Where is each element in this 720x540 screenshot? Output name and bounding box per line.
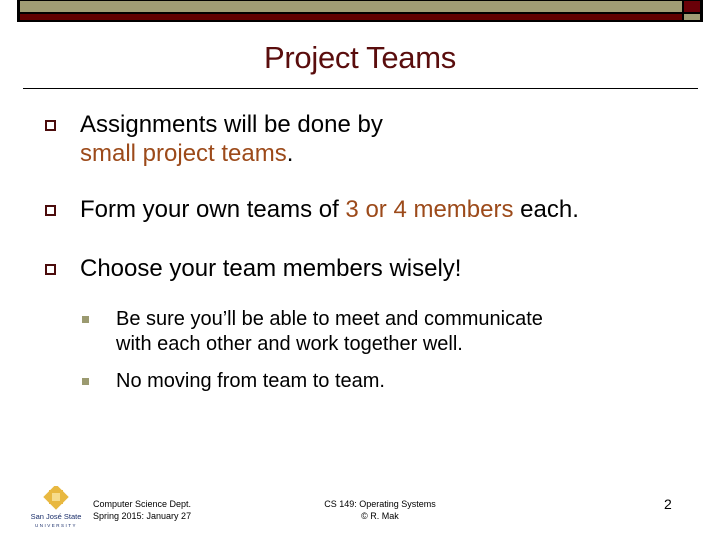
logo-name: San José State — [31, 512, 82, 521]
bullet-text: . — [286, 140, 294, 167]
footer-dept: Computer Science Dept. — [93, 499, 192, 509]
red-corner-square — [684, 1, 700, 12]
footer-center: CS 149: Operating Systems © R. Mak — [300, 498, 460, 522]
olive-corner-square — [684, 14, 700, 20]
filled-square-bullet-icon — [82, 316, 89, 323]
sub-bullet-text: with each other and work together well. — [116, 333, 463, 355]
bullet-text: Form your own teams of — [80, 196, 346, 223]
bullet-1: Assignments will be done by small projec… — [45, 110, 383, 168]
bullet-2: Form your own teams of 3 or 4 members ea… — [45, 195, 579, 224]
sjsu-logo-icon: San José State UNIVERSITY — [31, 484, 82, 528]
red-stripe — [20, 14, 682, 20]
hollow-square-bullet-icon — [45, 120, 56, 131]
bullet-text: Choose your team members wisely! — [80, 255, 462, 282]
header-decoration-bar — [17, 0, 703, 22]
bullet-3: Choose your team members wisely! — [45, 254, 462, 283]
hollow-square-bullet-icon — [45, 205, 56, 216]
footer-author: © R. Mak — [361, 511, 399, 521]
footer-course: CS 149: Operating Systems — [324, 499, 436, 509]
logo-subtitle: UNIVERSITY — [35, 523, 77, 528]
title-divider — [23, 88, 698, 89]
olive-stripe — [20, 1, 682, 12]
hollow-square-bullet-icon — [45, 264, 56, 275]
page-number: 2 — [664, 496, 672, 512]
slide-title: Project Teams — [264, 40, 456, 75]
sub-bullet-2: No moving from team to team. — [82, 369, 385, 394]
highlight-text: small project teams — [80, 140, 287, 167]
sub-bullet-text: Be sure you’ll be able to meet and commu… — [116, 308, 543, 330]
university-logo: San José State UNIVERSITY — [28, 484, 84, 530]
bullet-text: each. — [513, 196, 579, 223]
footer-date: Spring 2015: January 27 — [93, 511, 192, 521]
highlight-text: 3 or 4 members — [345, 196, 514, 223]
filled-square-bullet-icon — [82, 378, 89, 385]
sub-bullet-1: Be sure you’ll be able to meet and commu… — [82, 307, 543, 357]
bullet-text: Assignments will be done by — [80, 111, 383, 138]
footer-left: Computer Science Dept. Spring 2015: Janu… — [93, 498, 191, 522]
sub-bullet-text: No moving from team to team. — [116, 370, 385, 392]
